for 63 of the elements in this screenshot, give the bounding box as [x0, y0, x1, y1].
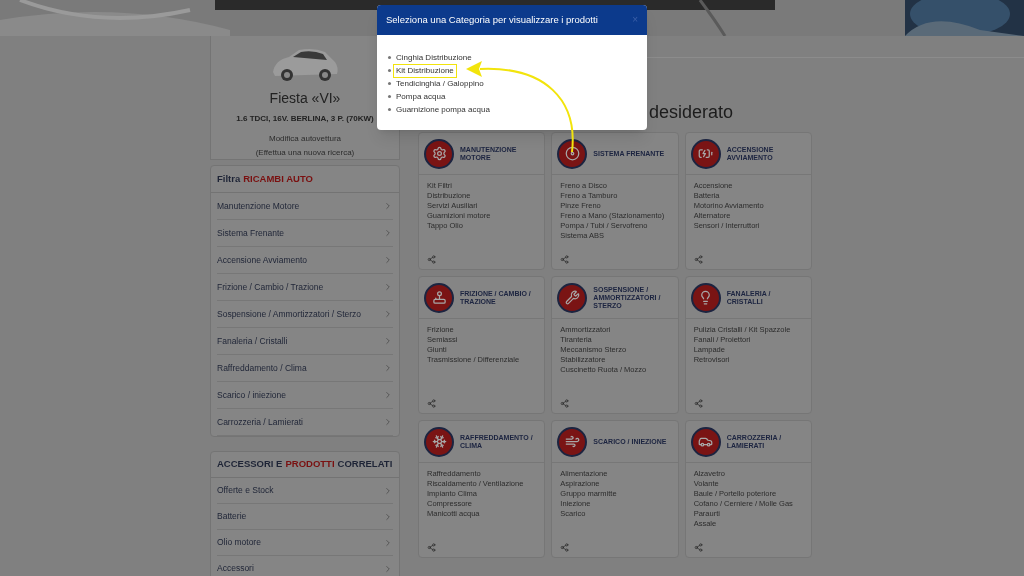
category-link[interactable]: Sistema Frenante [211, 220, 399, 247]
panel-title: CORRELATI [337, 457, 393, 472]
vehicle-version: 1.6 TDCI, 16V. BERLINA, 3 P. (70KW) [236, 113, 374, 125]
dialog-title: Seleziona una Categoria per visualizzare i prodotti [386, 12, 598, 27]
chevron-icon [383, 309, 393, 319]
chevron-icon [383, 537, 393, 548]
share-icon[interactable] [427, 543, 436, 552]
panel-title: Filtra [217, 171, 241, 186]
share-icon[interactable] [427, 255, 436, 264]
chevron-icon [383, 282, 393, 292]
bullet-icon [388, 56, 391, 59]
category-link[interactable]: Offerte e Stock [211, 478, 399, 504]
chevron-icon [383, 417, 393, 427]
share-icon[interactable] [427, 399, 436, 408]
gear-icon [431, 146, 447, 161]
page-heading: desiderato [649, 101, 734, 124]
panel-title: RICAMBI AUTO [243, 171, 313, 186]
bullet-icon [388, 108, 391, 111]
edit-vehicle-link[interactable]: Modifica autovettura [268, 133, 341, 145]
chevron-icon [383, 390, 393, 400]
category-link[interactable]: Raffreddamento / Clima [211, 355, 399, 382]
category-link[interactable]: Batterie [211, 504, 399, 530]
bullet-icon [388, 69, 391, 72]
category-link[interactable]: Carrozzeria / Lamierati [211, 409, 399, 436]
share-icon[interactable] [693, 543, 703, 552]
wind-icon [564, 434, 580, 449]
chevron-icon [383, 228, 393, 238]
new-search-link[interactable]: (Effettua una nuova ricerca) [255, 147, 355, 159]
category-link[interactable]: Accensione Avviamento [211, 247, 399, 274]
panel-title: PRODOTTI [285, 457, 335, 472]
subcategory-option[interactable]: Cinghia Distribuzione [393, 50, 475, 65]
chevron-icon [383, 563, 393, 574]
category-link[interactable]: Scarico / iniezione [211, 382, 399, 409]
chevron-icon [383, 363, 393, 373]
wrench-icon [564, 290, 580, 305]
share-icon[interactable] [693, 255, 703, 264]
joystick-icon [431, 290, 447, 305]
subcategory-option[interactable]: Guarnizione pompa acqua [393, 102, 493, 117]
chevron-icon [383, 336, 393, 346]
subcategory-option[interactable]: Tendicinghia / Galoppino [393, 76, 487, 91]
bullet-icon [388, 95, 391, 98]
panel-title: ACCESSORI E [217, 457, 283, 472]
snowflake-icon [431, 434, 447, 449]
category-link[interactable]: Frizione / Cambio / Trazione [211, 274, 399, 301]
chevron-icon [383, 485, 393, 496]
bullet-icon [388, 82, 391, 85]
battery-icon [698, 146, 714, 161]
chevron-icon [383, 511, 393, 522]
disc-icon [564, 146, 580, 161]
subcategory-option[interactable]: Kit Distribuzione [393, 63, 457, 78]
category-link[interactable]: Olio motore [211, 530, 399, 556]
category-link[interactable]: Manutenzione Motore [211, 193, 399, 220]
vehicle-model: Fiesta «VI» [269, 89, 341, 108]
share-icon[interactable] [693, 399, 703, 408]
subcategory-option[interactable]: Pompa acqua [393, 89, 449, 104]
share-icon[interactable] [560, 255, 570, 264]
category-link[interactable]: Accessori [211, 556, 399, 576]
chevron-icon [383, 255, 393, 265]
category-link[interactable]: Fanaleria / Cristalli [211, 328, 399, 355]
share-icon[interactable] [560, 543, 570, 552]
category-link[interactable]: Sospensione / Ammortizzatori / Sterzo [211, 301, 399, 328]
chevron-icon [383, 201, 393, 211]
share-icon[interactable] [560, 399, 570, 408]
